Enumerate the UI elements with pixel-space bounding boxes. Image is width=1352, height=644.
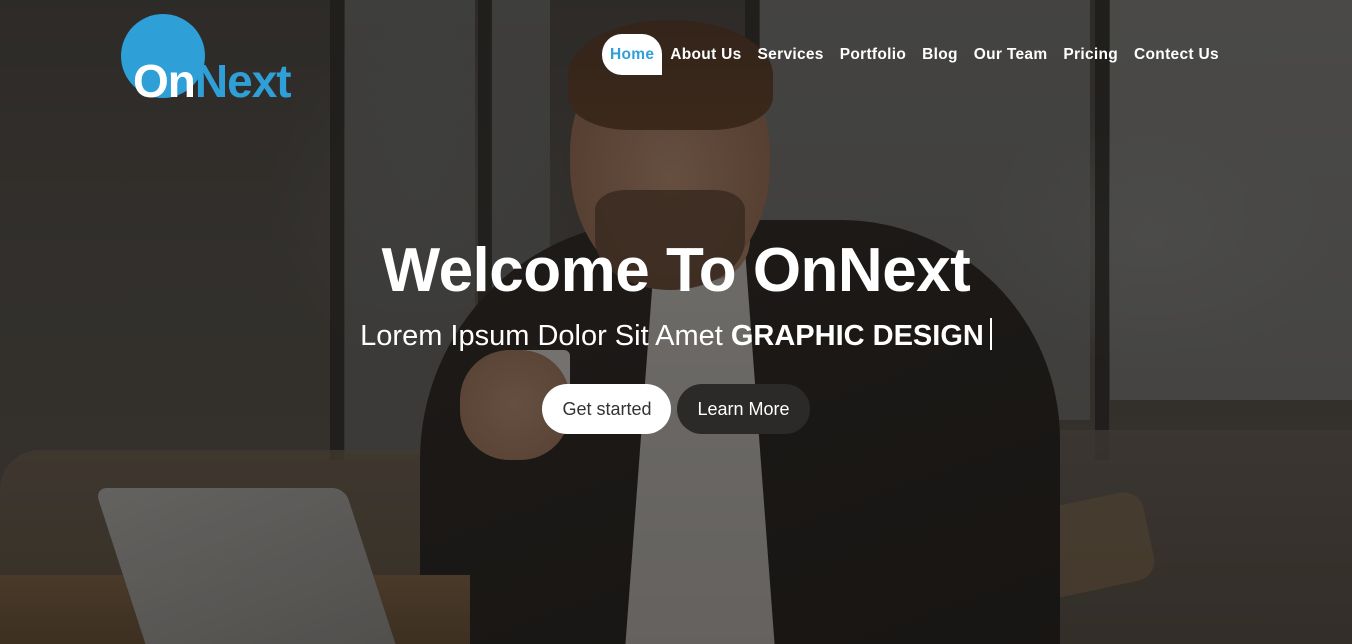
nav-item-services[interactable]: Services <box>750 34 832 75</box>
nav-item-portfolio[interactable]: Portfolio <box>832 34 914 75</box>
logo-wordmark: OnNext <box>133 55 292 107</box>
nav-item-about-us[interactable]: About Us <box>662 34 749 75</box>
nav-item-pricing[interactable]: Pricing <box>1055 34 1126 75</box>
hero-subtitle-static: Lorem Ipsum Dolor Sit Amet <box>360 320 723 352</box>
main-nav: Home About Us Services Portfolio Blog Ou… <box>602 34 1227 75</box>
learn-more-button[interactable]: Learn More <box>677 384 810 434</box>
get-started-button[interactable]: Get started <box>542 384 672 434</box>
typing-cursor <box>989 318 992 350</box>
nav-item-contact-us[interactable]: Contect Us <box>1126 34 1227 75</box>
hero-subtitle: Lorem Ipsum Dolor Sit Amet GRAPHIC DESIG… <box>0 317 1352 355</box>
logo-next-text: Next <box>194 55 292 107</box>
nav-item-home[interactable]: Home <box>602 34 663 75</box>
hero-title: Welcome To OnNext <box>381 236 971 305</box>
hero-typed-text: GRAPHIC DESIGN <box>730 320 984 352</box>
hero-buttons: Get started Learn More <box>0 384 1352 434</box>
logo-on-text: On <box>133 55 196 107</box>
onnext-logo[interactable]: OnNext <box>121 14 331 104</box>
nav-item-blog[interactable]: Blog <box>914 34 966 75</box>
nav-item-our-team[interactable]: Our Team <box>966 34 1056 75</box>
